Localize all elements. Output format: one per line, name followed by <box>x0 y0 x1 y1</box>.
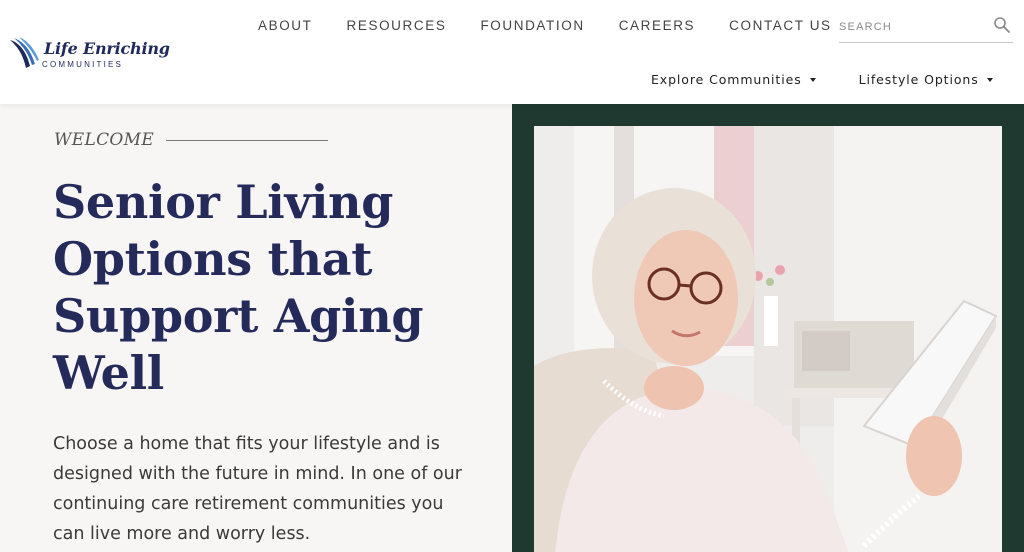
brand-subtitle: COMMUNITIES <box>42 60 124 69</box>
hero-title: Senior Living Options that Support Aging… <box>53 175 424 400</box>
nav-careers[interactable]: CAREERS <box>619 17 695 35</box>
swoosh-logo-icon <box>10 37 39 68</box>
welcome-eyebrow: WELCOME <box>54 130 329 150</box>
caret-down-icon <box>809 77 816 82</box>
nav-about[interactable]: ABOUT <box>258 17 313 35</box>
welcome-label: WELCOME <box>54 130 155 150</box>
search-input[interactable] <box>839 16 987 38</box>
lifestyle-options-label: Lifestyle Options <box>858 72 979 87</box>
nav-resources[interactable]: RESOURCES <box>347 17 447 35</box>
search-icon[interactable] <box>993 16 1011 34</box>
secondary-nav: Explore Communities Lifestyle Options <box>651 71 993 88</box>
brand-name: Life Enriching <box>44 39 170 58</box>
logo-link[interactable]: Life Enriching COMMUNITIES <box>8 34 170 74</box>
hero-body: Choose a home that fits your lifestyle a… <box>53 434 462 544</box>
explore-communities-dropdown[interactable]: Explore Communities <box>651 71 816 88</box>
primary-nav: ABOUT RESOURCES FOUNDATION CAREERS CONTA… <box>258 17 866 35</box>
lifestyle-options-dropdown[interactable]: Lifestyle Options <box>859 71 993 88</box>
hero-image-panel <box>512 104 1024 552</box>
welcome-divider <box>166 139 329 141</box>
nav-contact-us[interactable]: CONTACT US <box>729 17 832 35</box>
explore-communities-label: Explore Communities <box>651 72 802 87</box>
hero-photo <box>534 126 1002 552</box>
caret-down-icon <box>986 77 993 82</box>
hero-text-panel: WELCOME Senior Living Options that Suppo… <box>0 104 512 552</box>
search-box <box>839 12 1013 43</box>
site-header: Life Enriching COMMUNITIES ABOUT RESOURC… <box>0 0 1024 104</box>
nav-foundation[interactable]: FOUNDATION <box>480 17 584 35</box>
